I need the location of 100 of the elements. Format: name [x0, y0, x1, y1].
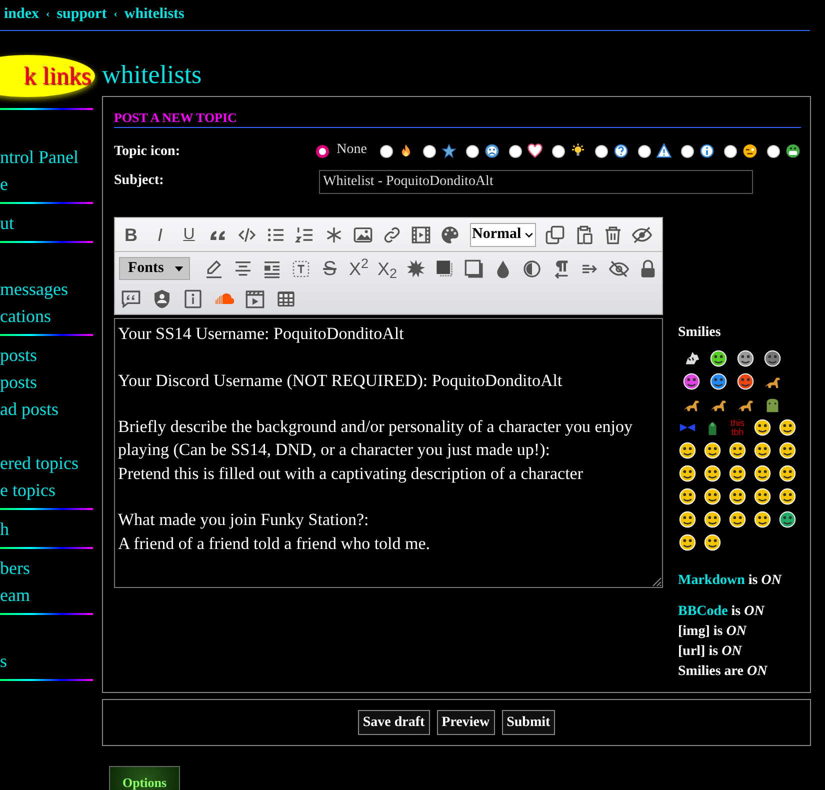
- table-grid-icon[interactable]: [276, 288, 296, 308]
- asterisk-icon[interactable]: [324, 224, 344, 244]
- radio-button[interactable]: [767, 144, 780, 158]
- sidebar-link[interactable]: h: [0, 516, 93, 543]
- form-button[interactable]: Save draft: [358, 710, 430, 735]
- smiley-icon[interactable]: [703, 441, 722, 460]
- align-center-icon[interactable]: [232, 258, 253, 278]
- sidebar-link[interactable]: bers: [0, 555, 93, 582]
- sidebar-link[interactable]: eam: [0, 582, 93, 609]
- form-button[interactable]: Submit: [502, 710, 556, 735]
- radio-button[interactable]: [316, 144, 329, 158]
- smiley-icon[interactable]: [709, 349, 728, 368]
- radio-button[interactable]: [552, 144, 565, 158]
- radio-button[interactable]: [466, 144, 479, 158]
- smiley-icon[interactable]: [753, 510, 772, 529]
- size-select[interactable]: Normal: [470, 222, 536, 246]
- smiley-icon[interactable]: [736, 349, 755, 368]
- align-text-icon[interactable]: [262, 258, 282, 278]
- image-icon[interactable]: [353, 224, 373, 244]
- smiley-icon[interactable]: [703, 487, 722, 506]
- shadow-square-icon[interactable]: [435, 258, 455, 278]
- help-link[interactable]: Markdown: [678, 573, 745, 588]
- smiley-icon[interactable]: [728, 441, 747, 460]
- link-icon[interactable]: [382, 224, 402, 244]
- square-icon[interactable]: [464, 258, 484, 278]
- smiley-icon[interactable]: [709, 372, 728, 391]
- palette-icon[interactable]: [440, 224, 460, 244]
- crossed-eye-icon[interactable]: [632, 224, 652, 244]
- smiley-icon[interactable]: [753, 418, 772, 437]
- burst-icon[interactable]: [406, 258, 426, 278]
- info-icon[interactable]: [183, 288, 203, 308]
- sidebar-link[interactable]: ad posts: [0, 396, 93, 423]
- smiley-icon[interactable]: [728, 510, 747, 529]
- smiley-icon[interactable]: [678, 464, 697, 483]
- radio-button[interactable]: [724, 144, 737, 158]
- radio-button[interactable]: [423, 144, 436, 158]
- help-link[interactable]: BBCode: [678, 604, 728, 619]
- resize-grip-icon[interactable]: [650, 575, 662, 587]
- speech-bubble-icon[interactable]: [121, 288, 141, 308]
- smiley-icon[interactable]: [753, 487, 772, 506]
- sidebar-link[interactable]: e topics: [0, 477, 93, 504]
- smiley-icon[interactable]: [778, 510, 797, 529]
- smiley-icon[interactable]: [678, 441, 697, 460]
- contrast-icon[interactable]: [522, 258, 542, 278]
- smiley-icon[interactable]: [728, 464, 747, 483]
- smiley-icon[interactable]: [703, 533, 722, 552]
- breadcrumb-link[interactable]: index: [4, 2, 40, 26]
- numbered-list-icon[interactable]: [295, 224, 315, 244]
- smiley-icon[interactable]: [678, 533, 697, 552]
- radio-button[interactable]: [509, 144, 522, 158]
- breadcrumb-link[interactable]: whitelists: [124, 2, 184, 26]
- strikethrough-button[interactable]: S: [320, 254, 340, 284]
- clapperboard-icon[interactable]: [245, 288, 265, 308]
- smiley-icon[interactable]: [763, 349, 782, 368]
- quick-links-button[interactable]: k links: [0, 55, 95, 97]
- radio-button[interactable]: [638, 144, 651, 158]
- sidebar-link[interactable]: ered topics: [0, 450, 93, 477]
- radio-button[interactable]: [595, 144, 608, 158]
- radio-button[interactable]: [681, 144, 694, 158]
- film-strip-icon[interactable]: [411, 224, 431, 244]
- radio-button[interactable]: [380, 144, 393, 158]
- smiley-icon[interactable]: [753, 441, 772, 460]
- sidebar-link[interactable]: posts: [0, 369, 93, 396]
- sidebar-link[interactable]: messages: [0, 276, 93, 303]
- smiley-icon[interactable]: [682, 372, 701, 391]
- format-button[interactable]: X$_{2}$: [377, 260, 397, 278]
- smiley-icon[interactable]: [703, 464, 722, 483]
- smiley-icon[interactable]: [703, 510, 722, 529]
- smiley-icon[interactable]: [678, 510, 697, 529]
- smiley-icon[interactable]: [778, 441, 797, 460]
- subject-field[interactable]: Whitelist - PoquitoDonditoAlt: [319, 170, 753, 194]
- format-button[interactable]: B: [121, 226, 141, 244]
- sidebar-link[interactable]: s: [0, 648, 93, 675]
- sidebar-link[interactable]: posts: [0, 342, 93, 369]
- smiley-icon[interactable]: [778, 464, 797, 483]
- smiley-icon[interactable]: [778, 418, 797, 437]
- sidebar-link[interactable]: e: [0, 171, 93, 198]
- smiley-icon[interactable]: [678, 487, 697, 506]
- breadcrumb-link[interactable]: support: [56, 2, 107, 26]
- format-button[interactable]: X$^{2}$: [348, 260, 368, 278]
- text-box-icon[interactable]: [290, 258, 311, 278]
- sidebar-link[interactable]: cations: [0, 303, 93, 330]
- options-tab[interactable]: Options: [109, 766, 180, 790]
- sidebar-link[interactable]: ut: [0, 210, 93, 237]
- trash-icon[interactable]: [603, 224, 624, 244]
- message-field[interactable]: Your SS14 Username: PoquitoDonditoAlt Your Discord Username (NOT REQUIRED): PoquitoDonditoAlt Briefly describe the background and/or personality of a character you enjoy playing (Can be SS14, DND, or a character you just made up!): Pretend this is filled out with a captivating description of a character What made you join Funky Station?: A friend of a friend told a friend who told me.: [114, 318, 663, 588]
- fonts-dropdown[interactable]: Fonts: [119, 257, 190, 280]
- copy-icon[interactable]: [545, 224, 566, 244]
- smiley-icon[interactable]: this tbh: [728, 418, 747, 436]
- form-button[interactable]: Preview: [436, 710, 495, 735]
- shield-person-icon[interactable]: [152, 288, 172, 308]
- crossed-eye-icon[interactable]: [609, 258, 629, 278]
- smiley-icon[interactable]: [753, 464, 772, 483]
- underline-button[interactable]: U: [179, 222, 199, 246]
- format-button[interactable]: I: [150, 226, 170, 244]
- sidebar-link[interactable]: ntrol Panel: [0, 144, 93, 171]
- smiley-icon[interactable]: [728, 487, 747, 506]
- pencil-icon[interactable]: [204, 258, 224, 278]
- smiley-icon[interactable]: [778, 487, 797, 506]
- smiley-icon[interactable]: [736, 372, 755, 391]
